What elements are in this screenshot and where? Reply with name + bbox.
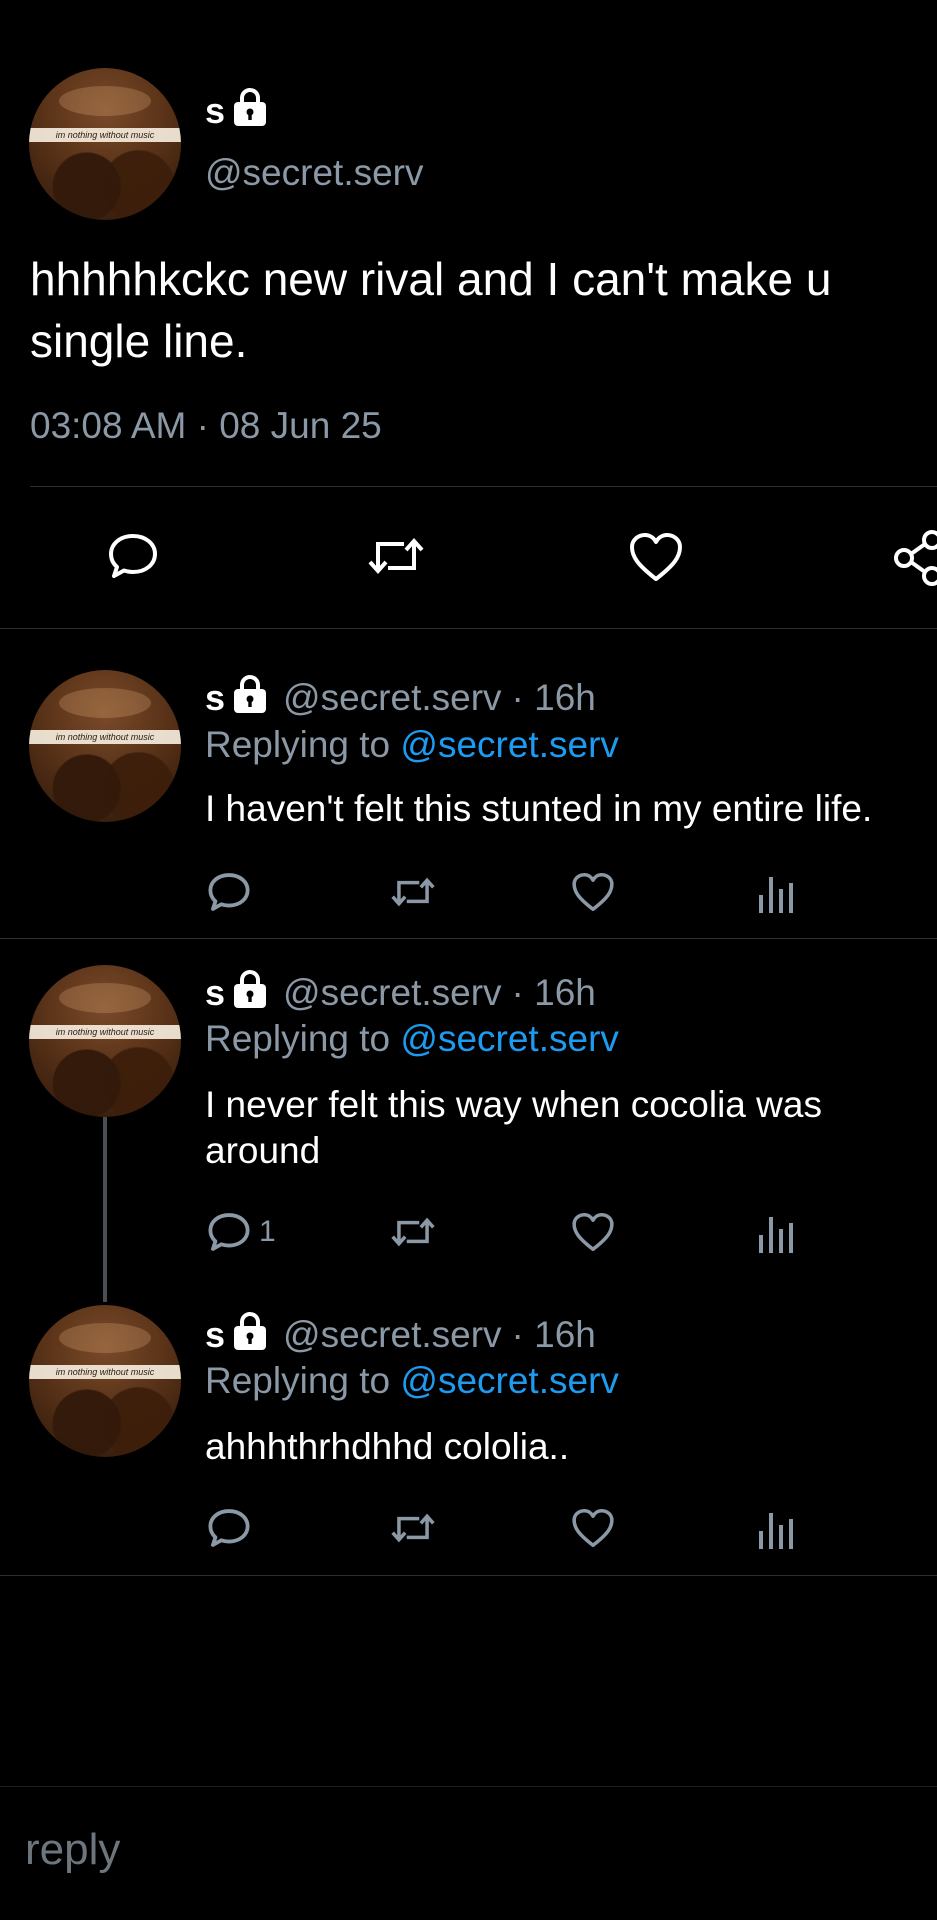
author-row: s [205, 88, 269, 133]
author-handle[interactable]: @secret.serv [283, 677, 502, 719]
author-row: s @secret.serv · 16h [205, 970, 596, 1015]
reply-count: 1 [259, 1215, 276, 1248]
reply-button[interactable]: 1 [207, 1210, 276, 1254]
display-name[interactable]: s [205, 972, 225, 1014]
post-text-line: hhhhhkckc new rival and I can't make u [30, 253, 832, 305]
views-button[interactable] [758, 1213, 794, 1253]
display-name[interactable]: s [205, 677, 225, 719]
share-icon [894, 530, 937, 586]
avatar[interactable]: im nothing without music [29, 965, 181, 1117]
divider [30, 486, 937, 487]
avatar[interactable]: im nothing without music [29, 68, 181, 220]
avatar[interactable]: im nothing without music [29, 670, 181, 822]
replying-handle-link[interactable]: @secret.serv [400, 1018, 619, 1059]
analytics-icon [759, 1513, 793, 1549]
repost-button[interactable] [364, 532, 428, 580]
avatar-caption: im nothing without music [29, 128, 181, 142]
reply-text-line: I never felt this way when cocolia was [205, 1084, 822, 1125]
avatar-highlight [59, 688, 151, 718]
views-button[interactable] [758, 873, 794, 913]
repost-button[interactable] [388, 1508, 438, 1548]
divider [0, 938, 937, 939]
post-timestamp: 03:08 AM · 08 Jun 25 [30, 405, 382, 446]
replying-to: Replying to @secret.serv [205, 724, 619, 766]
reply-input[interactable]: reply [25, 1825, 120, 1875]
author-handle[interactable]: @secret.serv [205, 152, 424, 194]
avatar-highlight [59, 983, 151, 1013]
reply-button[interactable] [207, 1506, 251, 1550]
reply-text: I never felt this way when cocolia was a… [205, 1082, 822, 1174]
avatar-highlight [59, 86, 151, 116]
lock-icon [231, 970, 269, 1015]
replying-label: Replying to [205, 1018, 391, 1059]
repost-icon [391, 1513, 435, 1543]
reply-button[interactable] [107, 530, 159, 582]
repost-icon [391, 1217, 435, 1247]
lock-icon [231, 675, 269, 720]
post-text-line: single line. [30, 315, 248, 367]
divider [0, 628, 937, 629]
replying-label: Replying to [205, 724, 391, 765]
reply-button[interactable] [207, 870, 251, 914]
repost-button[interactable] [388, 872, 438, 912]
reply-text-line: ahhhthrhdhhd cololia.. [205, 1426, 570, 1467]
reply-text: ahhhthrhdhhd cololia.. [205, 1424, 569, 1470]
reply-text-line: around [205, 1130, 321, 1171]
analytics-icon [759, 877, 793, 913]
like-button[interactable] [571, 871, 615, 913]
post-age: · 16h [511, 971, 596, 1013]
heart-icon [572, 1508, 614, 1548]
reply-text-line: I haven't felt this stunted in my entire… [205, 788, 873, 829]
comment-icon [208, 873, 250, 911]
like-button[interactable] [571, 1507, 615, 1549]
avatar[interactable]: im nothing without music [29, 1305, 181, 1457]
like-button[interactable] [628, 531, 684, 583]
repost-button[interactable] [388, 1212, 438, 1252]
replying-to: Replying to @secret.serv [205, 1360, 619, 1402]
comment-icon [208, 1509, 250, 1547]
avatar-caption: im nothing without music [29, 730, 181, 744]
display-name[interactable]: s [205, 90, 225, 132]
replying-label: Replying to [205, 1360, 391, 1401]
lock-icon [231, 1312, 269, 1357]
author-handle[interactable]: @secret.serv [283, 1314, 502, 1356]
author-handle[interactable]: @secret.serv [283, 972, 502, 1014]
share-button[interactable] [892, 530, 937, 586]
comment-icon [208, 1213, 250, 1251]
replying-to: Replying to @secret.serv [205, 1018, 619, 1060]
avatar-caption: im nothing without music [29, 1025, 181, 1039]
reply-text: I haven't felt this stunted in my entire… [205, 786, 872, 832]
heart-icon [572, 1212, 614, 1252]
views-button[interactable] [758, 1509, 794, 1549]
thread-connector [103, 1117, 107, 1302]
avatar-caption: im nothing without music [29, 1365, 181, 1379]
composer-divider [0, 1786, 937, 1787]
lock-icon [231, 88, 269, 133]
post-text: hhhhhkckc new rival and I can't make u s… [30, 248, 937, 372]
like-button[interactable] [571, 1211, 615, 1253]
post-age: · 16h [511, 1313, 596, 1355]
repost-icon [391, 877, 435, 907]
avatar-highlight [59, 1323, 151, 1353]
author-row: s @secret.serv · 16h [205, 1312, 596, 1357]
author-row: s @secret.serv · 16h [205, 675, 596, 720]
replying-handle-link[interactable]: @secret.serv [400, 1360, 619, 1401]
display-name[interactable]: s [205, 1314, 225, 1356]
comment-icon [109, 534, 157, 578]
divider [0, 1575, 937, 1576]
heart-icon [572, 872, 614, 912]
replying-handle-link[interactable]: @secret.serv [400, 724, 619, 765]
heart-icon [630, 533, 682, 581]
repost-icon [368, 537, 424, 575]
post-age: · 16h [511, 676, 596, 718]
analytics-icon [759, 1217, 793, 1253]
